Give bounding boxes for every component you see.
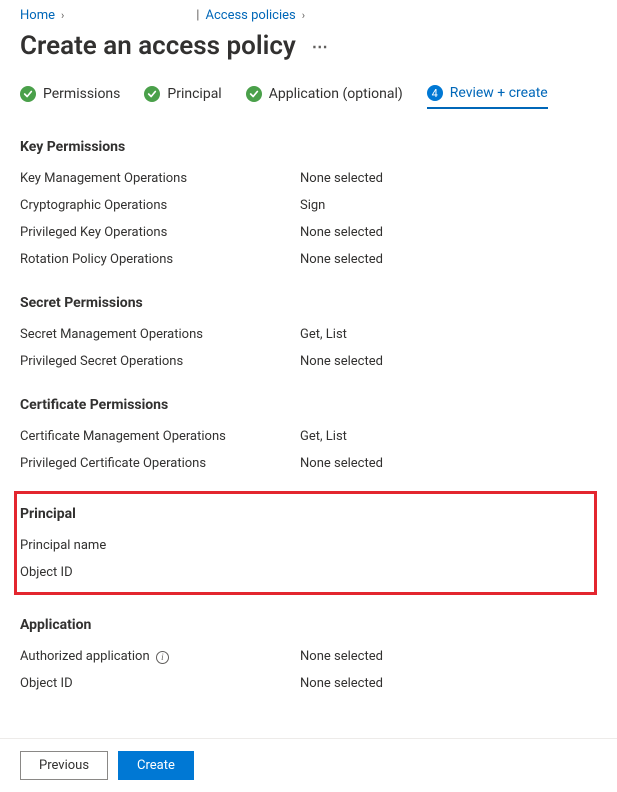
more-icon[interactable]: ⋯ xyxy=(312,37,329,56)
create-button[interactable]: Create xyxy=(118,751,194,780)
row-value: None selected xyxy=(300,456,383,471)
row-label: Key Management Operations xyxy=(20,171,300,186)
row-label: Cryptographic Operations xyxy=(20,198,300,213)
table-row: Object ID None selected xyxy=(20,670,597,697)
table-row: Principal name xyxy=(20,532,591,559)
row-value: None selected xyxy=(300,171,383,186)
step-number-icon: 4 xyxy=(427,85,443,101)
check-icon xyxy=(144,86,160,102)
table-row: Cryptographic Operations Sign xyxy=(20,192,597,219)
row-value: Get, List xyxy=(300,327,347,342)
chevron-right-icon: › xyxy=(300,9,307,22)
section-title-secret-permissions: Secret Permissions xyxy=(20,273,597,321)
row-label: Privileged Certificate Operations xyxy=(20,456,300,471)
row-label: Object ID xyxy=(20,676,300,691)
row-label: Secret Management Operations xyxy=(20,327,300,342)
table-row: Rotation Policy Operations None selected xyxy=(20,246,597,273)
row-value: None selected xyxy=(300,225,383,240)
tab-application[interactable]: Application (optional) xyxy=(246,86,403,108)
breadcrumb-home[interactable]: Home xyxy=(20,8,55,23)
breadcrumb: Home › | Access policies › xyxy=(0,0,617,27)
table-row: Object ID xyxy=(20,559,591,586)
row-label: Authorized application i xyxy=(20,649,300,664)
row-value: Sign xyxy=(300,198,325,213)
check-icon xyxy=(20,86,36,102)
table-row: Privileged Certificate Operations None s… xyxy=(20,450,597,477)
table-row: Privileged Secret Operations None select… xyxy=(20,348,597,375)
previous-button[interactable]: Previous xyxy=(20,751,108,780)
footer: Previous Create xyxy=(0,738,617,792)
check-icon xyxy=(246,86,262,102)
table-row: Privileged Key Operations None selected xyxy=(20,219,597,246)
breadcrumb-access-policies[interactable]: Access policies xyxy=(205,8,295,23)
chevron-right-icon: › xyxy=(59,9,66,22)
tab-label: Permissions xyxy=(43,86,120,102)
principal-highlight: Principal Principal name Object ID xyxy=(14,491,597,595)
tab-principal[interactable]: Principal xyxy=(144,86,221,108)
row-value: None selected xyxy=(300,649,383,664)
section-title-certificate-permissions: Certificate Permissions xyxy=(20,375,597,423)
row-value: None selected xyxy=(300,676,383,691)
row-value: Get, List xyxy=(300,429,347,444)
table-row: Certificate Management Operations Get, L… xyxy=(20,423,597,450)
row-label: Principal name xyxy=(20,538,300,553)
table-row: Secret Management Operations Get, List xyxy=(20,321,597,348)
section-title-principal: Principal xyxy=(20,494,591,532)
content: Key Permissions Key Management Operation… xyxy=(0,109,617,697)
row-value: None selected xyxy=(300,252,383,267)
tab-review-create[interactable]: 4 Review + create xyxy=(427,85,548,109)
section-title-key-permissions: Key Permissions xyxy=(20,117,597,165)
row-value: None selected xyxy=(300,354,383,369)
row-label: Certificate Management Operations xyxy=(20,429,300,444)
info-icon[interactable]: i xyxy=(156,651,169,664)
row-label: Privileged Key Operations xyxy=(20,225,300,240)
row-label: Object ID xyxy=(20,565,300,580)
row-label: Rotation Policy Operations xyxy=(20,252,300,267)
page-title: Create an access policy ⋯ xyxy=(0,27,617,67)
table-row: Key Management Operations None selected xyxy=(20,165,597,192)
section-title-application: Application xyxy=(20,595,597,643)
tab-label: Principal xyxy=(167,86,221,102)
wizard-tabs: Permissions Principal Application (optio… xyxy=(0,67,617,109)
pipe-separator: | xyxy=(194,8,201,23)
tab-label: Application (optional) xyxy=(269,86,403,102)
row-label: Privileged Secret Operations xyxy=(20,354,300,369)
tab-label: Review + create xyxy=(450,85,548,101)
tab-permissions[interactable]: Permissions xyxy=(20,86,120,108)
table-row: Authorized application i None selected xyxy=(20,643,597,670)
